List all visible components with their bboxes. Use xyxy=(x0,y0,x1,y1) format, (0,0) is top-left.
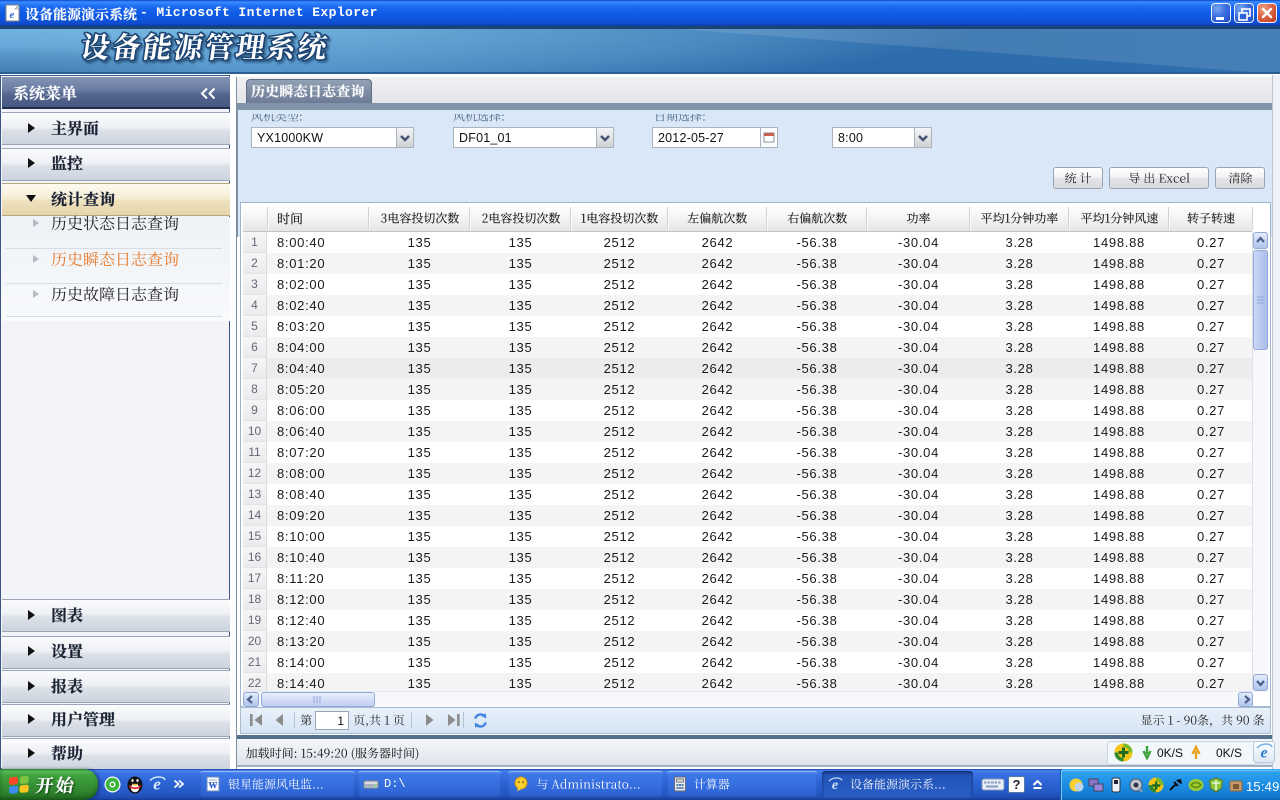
svg-text:e: e xyxy=(10,9,15,21)
svg-text:e: e xyxy=(832,778,838,792)
svg-text:W: W xyxy=(209,781,218,791)
svg-text:e: e xyxy=(1260,745,1267,762)
